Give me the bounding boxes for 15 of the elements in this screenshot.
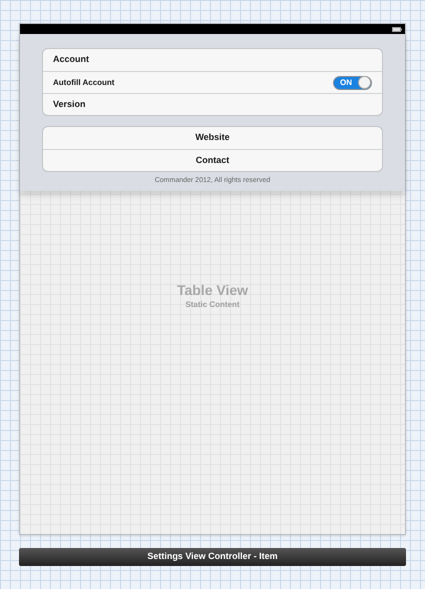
link-row[interactable]: Website <box>43 127 382 149</box>
link-row[interactable]: Contact <box>43 149 382 171</box>
switch-text: ON <box>339 76 353 88</box>
switch-knob <box>358 76 371 89</box>
row-label: Autofill Account <box>53 76 114 88</box>
row-label: Version <box>53 98 86 111</box>
placeholder-subtitle: Static Content <box>185 299 240 311</box>
settings-row[interactable]: Account <box>43 49 382 71</box>
scene-title-bar: Settings View Controller - Item <box>19 548 406 566</box>
toggle-switch[interactable]: ON <box>333 76 372 90</box>
settings-row[interactable]: Autofill Account ON <box>43 71 382 93</box>
battery-icon <box>392 26 402 32</box>
row-label: Account <box>53 53 89 66</box>
placeholder-title: Table View <box>176 282 248 299</box>
settings-row[interactable]: Version <box>43 93 382 115</box>
